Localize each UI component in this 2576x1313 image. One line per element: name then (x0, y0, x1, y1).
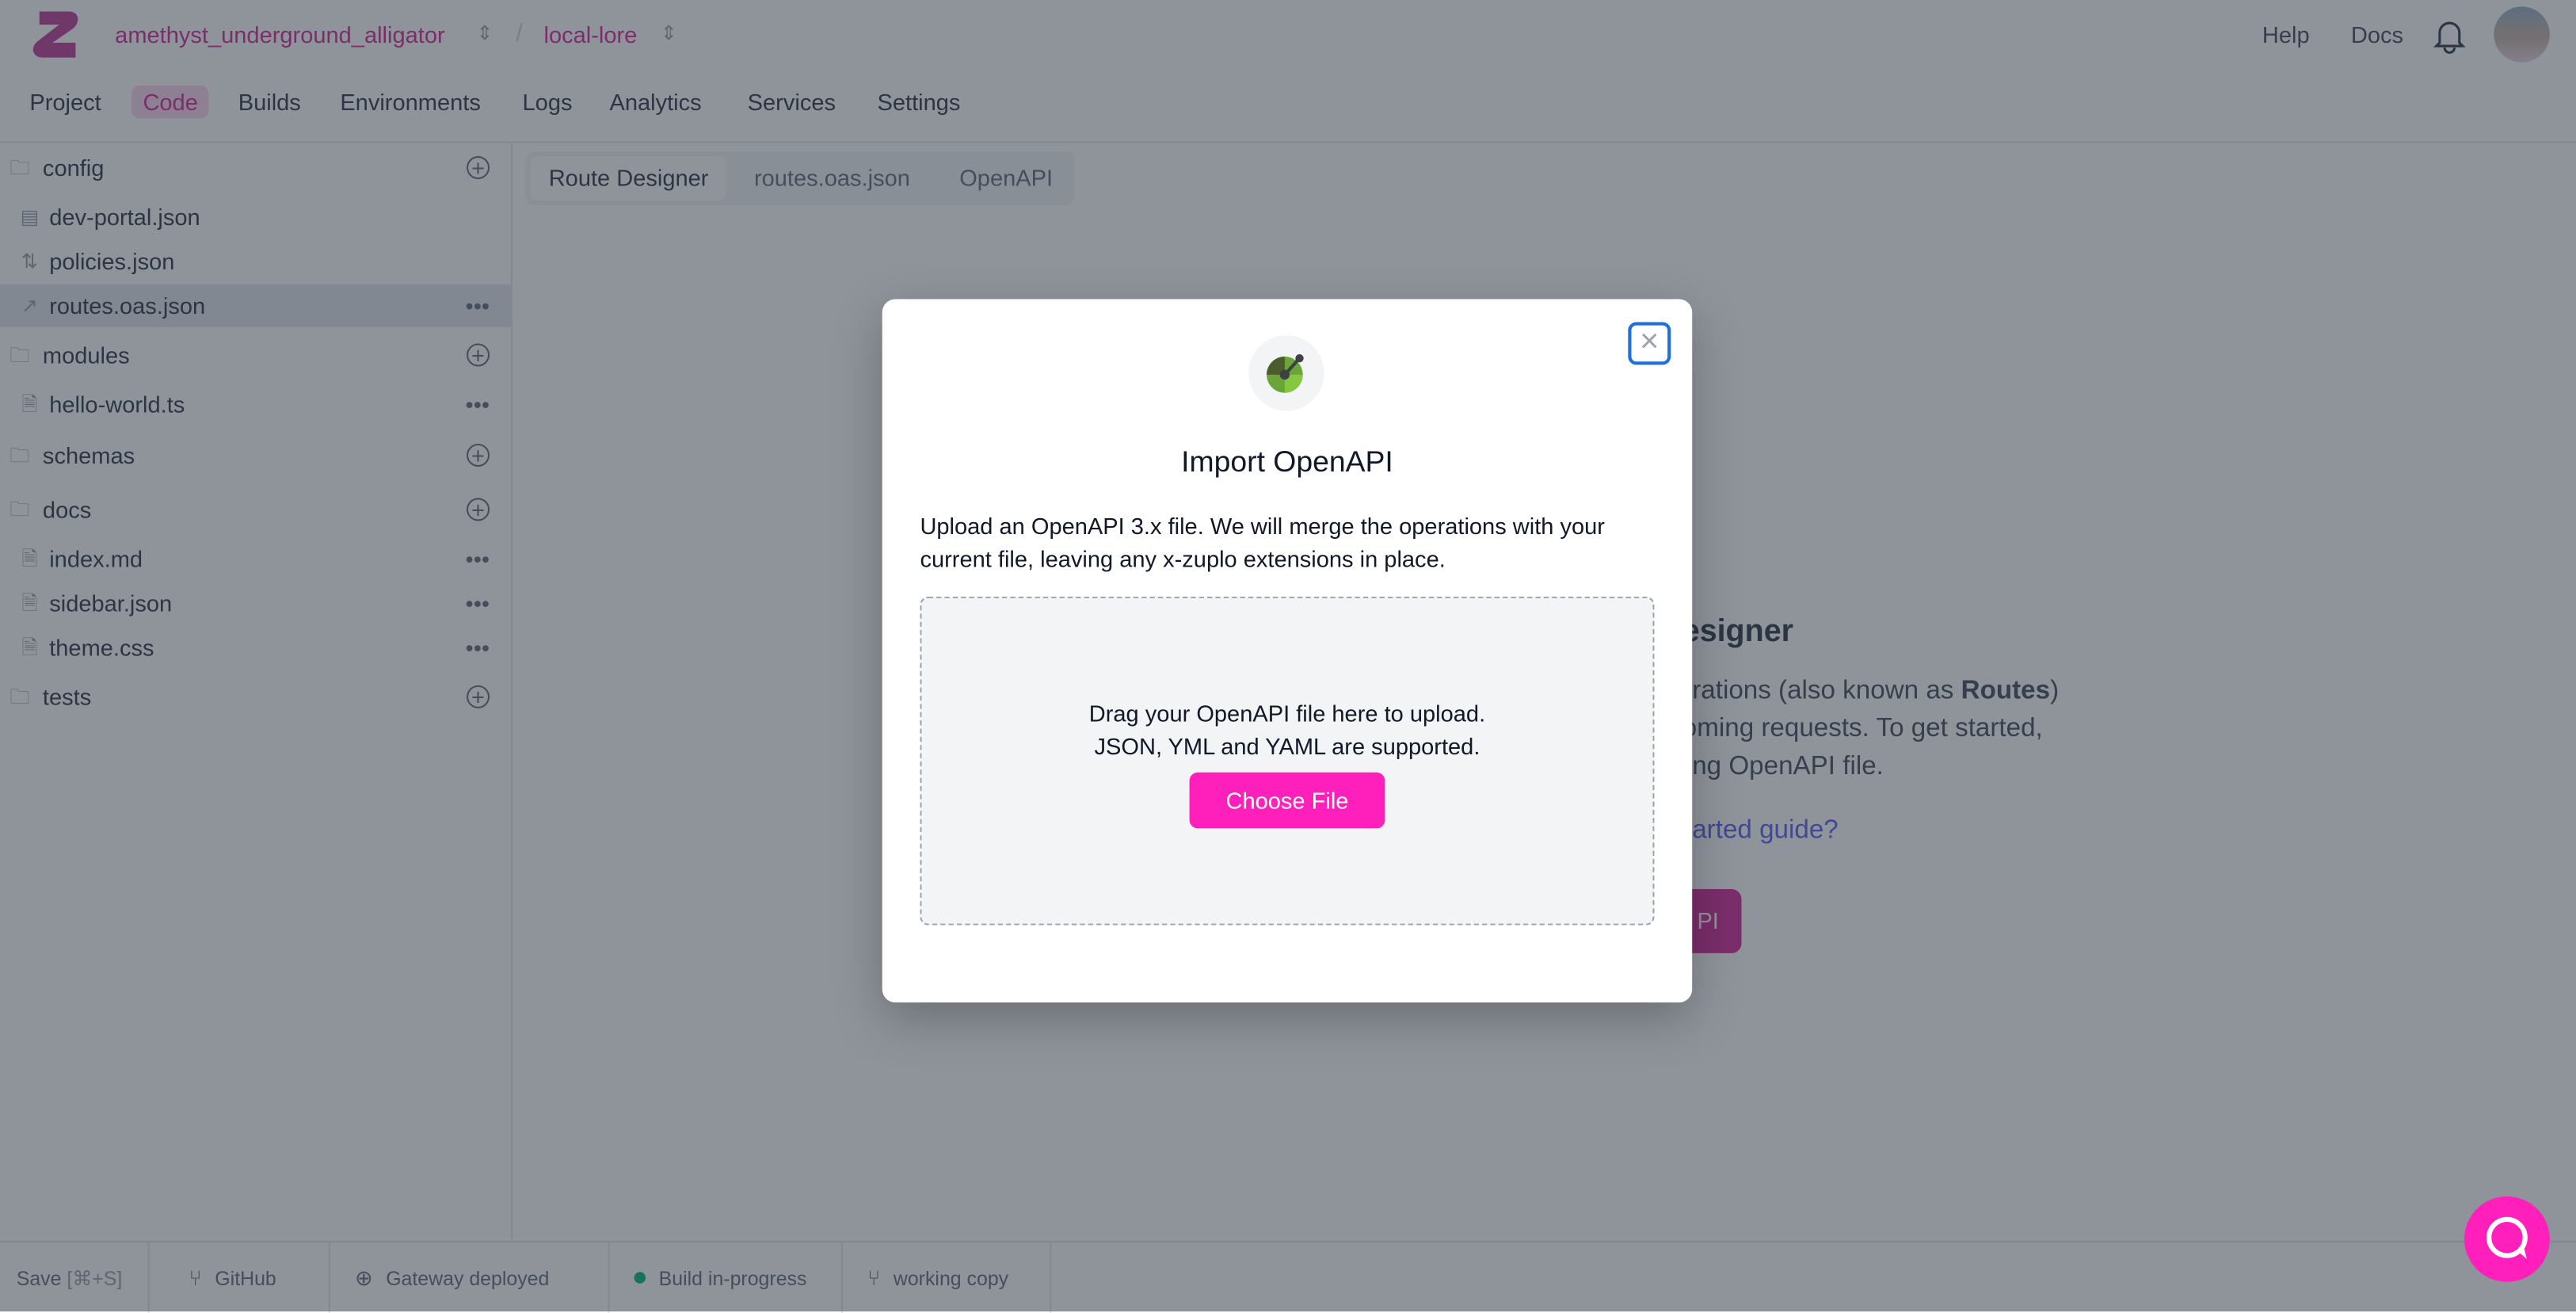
dialog-description: Upload an OpenAPI 3.x file. We will merg… (920, 513, 1605, 572)
chat-bubble-icon (2486, 1216, 2528, 1259)
file-dropzone[interactable]: Drag your OpenAPI file here to upload. JS… (920, 596, 1655, 926)
dropzone-text: Drag your OpenAPI file here to upload. JS… (922, 697, 1653, 762)
openapi-icon-container (1248, 335, 1324, 411)
dialog-title: Import OpenAPI (1181, 445, 1393, 479)
chat-button[interactable] (2464, 1196, 2550, 1282)
close-button[interactable]: × (1628, 322, 1671, 365)
choose-file-button[interactable]: Choose File (1189, 772, 1385, 829)
dropzone-line: JSON, YML and YAML are supported. (1094, 733, 1480, 760)
import-openapi-dialog: × Import OpenAPI Upload an OpenAPI 3.x f… (882, 299, 1693, 1003)
openapi-logo-icon (1267, 353, 1304, 393)
close-icon: × (1640, 323, 1660, 361)
app: amethyst_underground_alligator ⇕ / local… (0, 0, 2576, 1313)
dropzone-line: Drag your OpenAPI file here to upload. (1088, 700, 1486, 727)
